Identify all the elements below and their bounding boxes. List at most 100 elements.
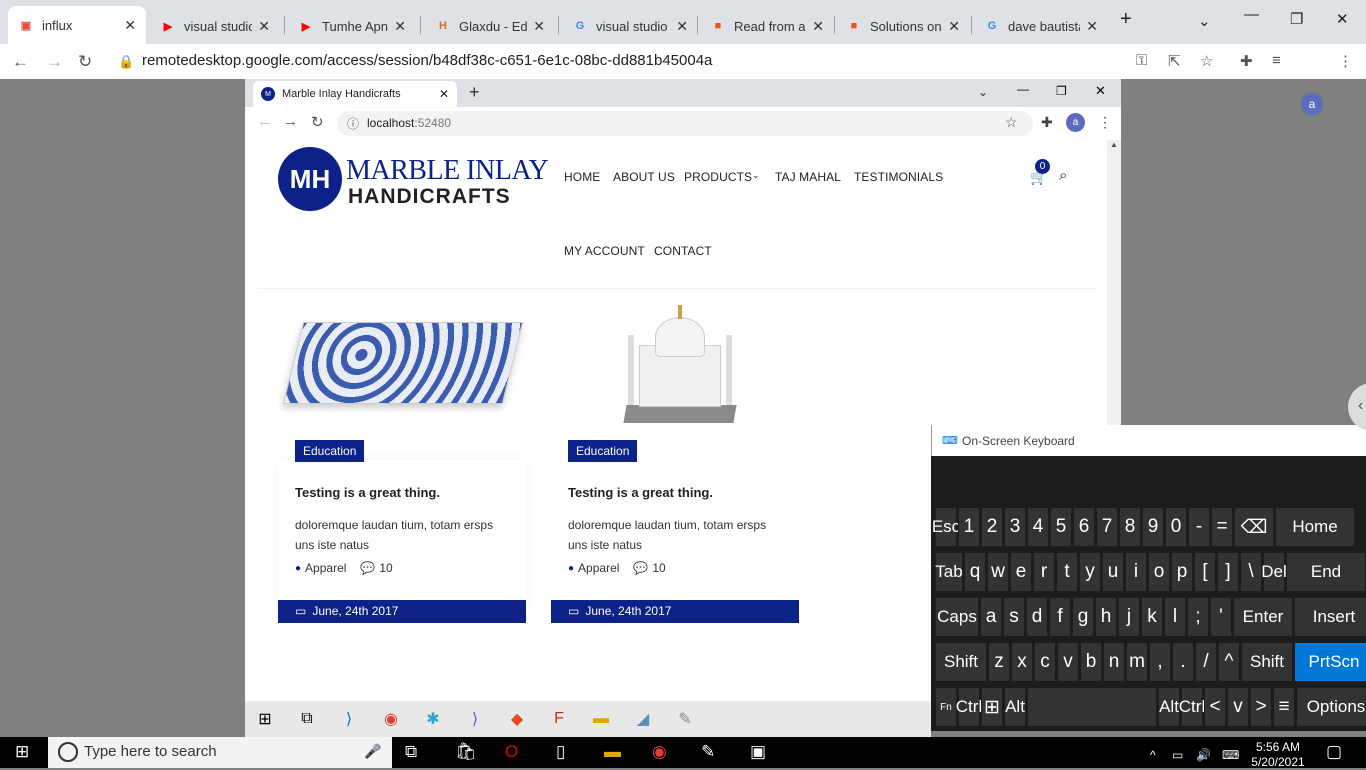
volume-icon[interactable]: 🔊 <box>1196 748 1211 762</box>
star-icon[interactable]: ☆ <box>1005 114 1018 131</box>
tab-search-icon[interactable]: ⌄ <box>1198 12 1211 30</box>
key-fn[interactable]: Fn <box>935 687 957 727</box>
key-3[interactable]: 3 <box>1004 507 1026 547</box>
close-window-button[interactable]: ✕ <box>1336 10 1349 28</box>
microphone-icon[interactable]: 🎤 <box>364 743 381 760</box>
store-icon[interactable]: 🛍 <box>455 742 477 762</box>
key-0[interactable]: 0 <box>1165 507 1187 547</box>
key--[interactable]: / <box>1195 642 1217 682</box>
key--[interactable]: = <box>1211 507 1233 547</box>
app-icon[interactable]: ✱ <box>423 709 443 729</box>
search-icon[interactable]: ⌕ <box>1059 167 1067 184</box>
search-box[interactable]: Type here to search 🎤 <box>48 737 392 768</box>
git-icon[interactable]: ◆ <box>507 709 527 729</box>
key-home[interactable]: Home <box>1275 507 1355 547</box>
key-prtscn[interactable]: PrtScn <box>1294 642 1366 682</box>
product-image-floral-tile[interactable] <box>282 322 524 404</box>
key-u[interactable]: u <box>1102 552 1124 592</box>
close-icon[interactable]: ✕ <box>948 18 960 35</box>
reload-icon[interactable]: ↻ <box>78 52 92 72</box>
paint-icon[interactable]: ✎ <box>675 709 695 729</box>
key-s[interactable]: s <box>1003 597 1025 637</box>
category-badge[interactable]: Education <box>568 440 638 462</box>
product-card[interactable]: Education Testing is a great thing. dolo… <box>278 300 526 630</box>
osk-title-bar[interactable]: ⌨ On-Screen Keyboard <box>931 425 1366 456</box>
open-external-icon[interactable]: ⇱ <box>1168 52 1181 70</box>
key-ctrl[interactable]: Ctrl <box>956 687 982 727</box>
key-a[interactable]: a <box>980 597 1002 637</box>
key-shift[interactable]: Shift <box>1241 642 1293 682</box>
key--[interactable]: \ <box>1240 552 1262 592</box>
outer-url-bar[interactable]: remotedesktop.google.com/access/session/… <box>142 52 712 69</box>
outer-tab-4[interactable]: H Glaxdu - Educ ✕ <box>425 8 555 44</box>
key-icon[interactable]: ⚿ <box>1136 52 1147 69</box>
windows-start-icon[interactable]: ⊞ <box>255 709 275 729</box>
card-category[interactable]: Apparel <box>305 561 346 575</box>
key-1[interactable]: 1 <box>958 507 980 547</box>
key-5[interactable]: 5 <box>1050 507 1072 547</box>
file-explorer-icon[interactable]: ▬ <box>591 709 611 729</box>
outer-tab-3[interactable]: ▶ Tumhe Apna ✕ <box>288 8 416 44</box>
forward-icon[interactable]: → <box>46 52 63 72</box>
key-alt[interactable]: Alt <box>1004 687 1026 727</box>
key-f[interactable]: f <box>1049 597 1071 637</box>
key-p[interactable]: p <box>1171 552 1193 592</box>
close-icon[interactable]: ✕ <box>1086 18 1098 35</box>
minimize-button[interactable]: — <box>1017 82 1029 96</box>
key-k[interactable]: k <box>1141 597 1163 637</box>
key-4[interactable]: 4 <box>1027 507 1049 547</box>
key--[interactable]: ⊞ <box>981 687 1003 727</box>
paint-icon[interactable]: ✎ <box>701 742 715 762</box>
inner-url-bar[interactable]: ⓘ localhost:52480 <box>337 111 1033 136</box>
app-icon[interactable]: ◢ <box>633 709 653 729</box>
extensions-icon[interactable]: ✚ <box>1240 52 1253 70</box>
key-e[interactable]: e <box>1010 552 1032 592</box>
key-alt[interactable]: Alt <box>1158 687 1180 727</box>
site-logo[interactable]: MH MARBLE INLAY HANDICRAFTS <box>278 145 549 211</box>
remote-desktop-icon[interactable]: ▣ <box>750 742 766 762</box>
chevron-up-icon[interactable]: ^ <box>1150 748 1156 762</box>
visual-studio-icon[interactable]: ⟩ <box>465 709 485 729</box>
key--[interactable]: ⌫ <box>1234 507 1274 547</box>
key-b[interactable]: b <box>1080 642 1102 682</box>
nav-products[interactable]: PRODUCTS <box>684 170 752 184</box>
key-7[interactable]: 7 <box>1096 507 1118 547</box>
extensions-icon[interactable]: ✚ <box>1041 114 1053 131</box>
key-c[interactable]: c <box>1034 642 1056 682</box>
key-enter[interactable]: Enter <box>1233 597 1293 637</box>
key-q[interactable]: q <box>964 552 986 592</box>
notifications-icon[interactable]: ▢ <box>1326 742 1342 762</box>
network-icon[interactable]: ▭ <box>1172 748 1183 762</box>
nav-taj-mahal[interactable]: TAJ MAHAL <box>775 170 841 184</box>
close-icon[interactable]: ✕ <box>124 17 136 34</box>
outer-tab-6[interactable]: ■ Read from an ✕ <box>700 8 834 44</box>
key-m[interactable]: m <box>1126 642 1148 682</box>
key-l[interactable]: l <box>1164 597 1186 637</box>
side-panel-arrow[interactable]: ‹ <box>1348 383 1366 431</box>
key-v[interactable]: v <box>1227 687 1249 727</box>
close-icon[interactable]: ✕ <box>533 18 545 35</box>
card-comments[interactable]: 10 <box>379 561 392 575</box>
scroll-up-icon[interactable]: ▲ <box>1110 140 1118 149</box>
key--[interactable]: ' <box>1210 597 1232 637</box>
reload-icon[interactable]: ↻ <box>311 113 324 131</box>
nav-contact[interactable]: CONTACT <box>654 244 712 258</box>
outer-tab-5[interactable]: G visual studio c ✕ <box>562 8 698 44</box>
outer-tab-influx[interactable]: ▣ influx ✕ <box>8 6 146 44</box>
card-comments[interactable]: 10 <box>652 561 665 575</box>
minimize-button[interactable]: — <box>1244 6 1259 23</box>
key-y[interactable]: y <box>1079 552 1101 592</box>
key-r[interactable]: r <box>1033 552 1055 592</box>
key-h[interactable]: h <box>1095 597 1117 637</box>
chrome-icon[interactable]: ◉ <box>381 709 401 729</box>
close-icon[interactable]: ✕ <box>258 18 270 35</box>
key--[interactable]: ] <box>1217 552 1239 592</box>
category-badge[interactable]: Education <box>295 440 365 462</box>
card-category[interactable]: Apparel <box>578 561 619 575</box>
key-w[interactable]: w <box>987 552 1009 592</box>
task-view-icon[interactable]: ⧉ <box>405 742 417 762</box>
close-window-button[interactable]: ✕ <box>1095 83 1106 99</box>
clock[interactable]: 5:56 AM 5/20/2021 <box>1248 740 1308 770</box>
tab-search-icon[interactable]: ⌄ <box>978 85 988 99</box>
nav-my-account[interactable]: MY ACCOUNT <box>564 244 645 258</box>
